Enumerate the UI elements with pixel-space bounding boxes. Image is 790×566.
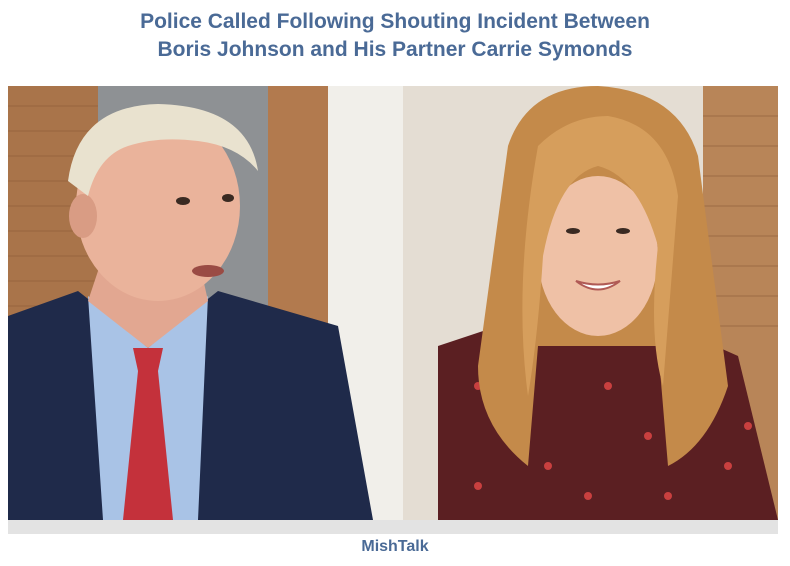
headline-line-1: Police Called Following Shouting Inciden… [140,10,650,33]
site-credit: MishTalk [361,538,429,555]
news-photo: ✺ cbcnews [8,86,778,520]
caption-bar [8,520,778,534]
photo-illustration [8,86,778,520]
headline: Police Called Following Shouting Inciden… [0,8,790,64]
headline-line-2: Boris Johnson and His Partner Carrie Sym… [157,38,633,61]
